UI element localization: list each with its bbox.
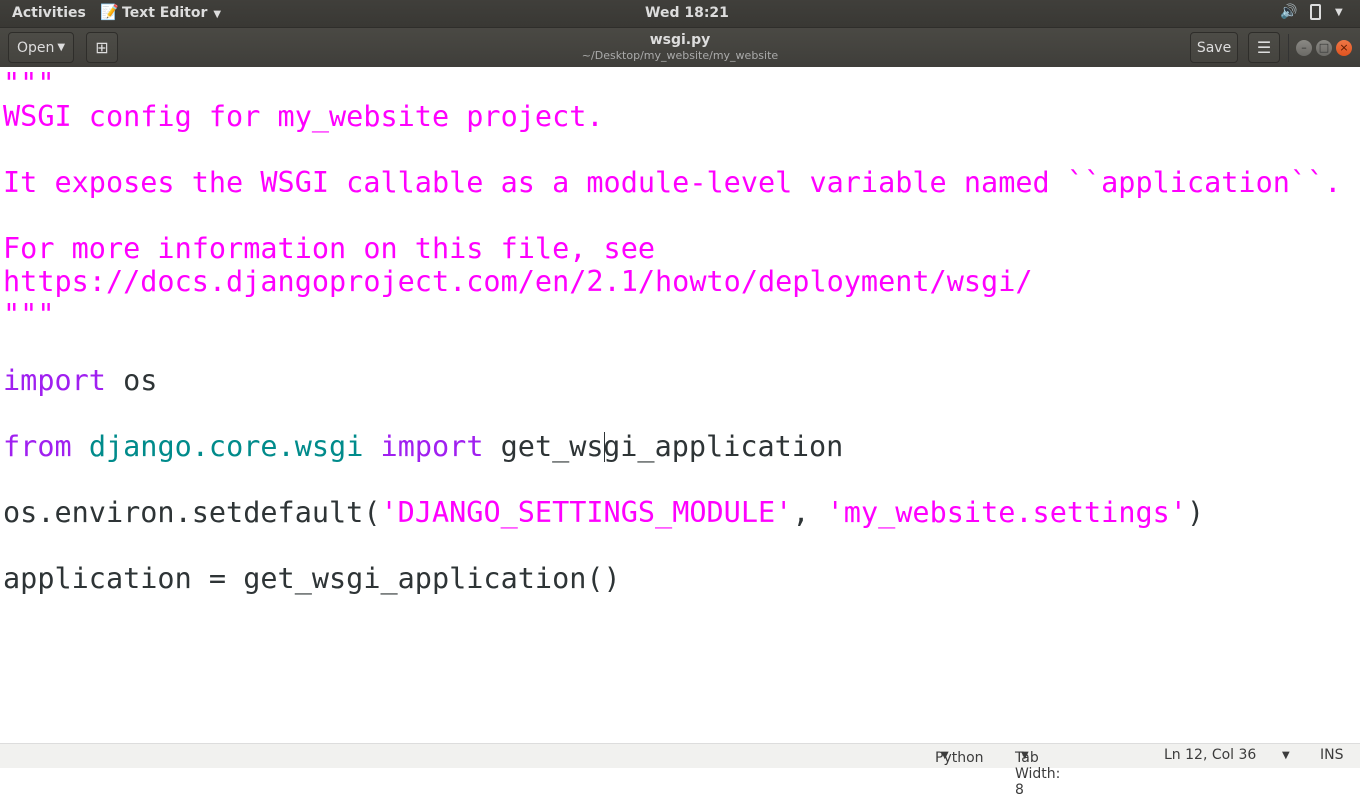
code-token-plain: os.environ.setdefault( <box>3 496 381 529</box>
code-line[interactable]: WSGI config for my_website project. <box>3 100 1360 133</box>
code-token-kw: from <box>3 430 72 463</box>
insert-mode[interactable]: INS <box>1320 747 1344 763</box>
code-token-plain: os <box>105 364 158 397</box>
battery-icon[interactable] <box>1310 4 1321 20</box>
code-line[interactable]: https://docs.djangoproject.com/en/2.1/ho… <box>3 265 1360 298</box>
code-token-str: WSGI config for my_website project. <box>3 100 604 133</box>
volume-icon[interactable]: 🔊 <box>1280 4 1297 20</box>
code-token-str: It exposes the WSGI callable as a module… <box>3 166 1342 199</box>
text-editor-icon: 📝 <box>100 3 119 21</box>
code-line[interactable]: application = get_wsgi_application() <box>3 562 1360 595</box>
file-path: ~/Desktop/my_website/my_website <box>581 49 779 62</box>
code-line[interactable]: import os <box>3 364 1360 397</box>
code-line[interactable]: os.environ.setdefault('DJANGO_SETTINGS_M… <box>3 496 1360 529</box>
header-bar: Open ▼ ⊞ wsgi.py ~/Desktop/my_website/my_… <box>0 27 1360 67</box>
window-title: wsgi.py <box>649 32 711 48</box>
code-line[interactable]: """ <box>3 298 1360 331</box>
status-bar: Python ▼ Tab Width: 8 ▼ Ln 12, Col 36 ▼ IN… <box>0 743 1360 798</box>
code-line[interactable] <box>3 331 1360 364</box>
code-line[interactable]: """ <box>3 67 1360 100</box>
chevron-down-icon: ▼ <box>213 9 222 20</box>
position-menu-chevron-icon[interactable]: ▼ <box>1282 750 1290 761</box>
code-token-kw: import <box>3 364 106 397</box>
hamburger-menu-icon: ☰ <box>1256 38 1272 57</box>
menu-button[interactable]: ☰ <box>1248 32 1280 63</box>
code-line[interactable]: For more information on this file, see <box>3 232 1360 265</box>
code-line[interactable] <box>3 529 1360 562</box>
code-line[interactable] <box>3 199 1360 232</box>
code-token-str: """ <box>3 298 55 331</box>
code-editor[interactable]: """ WSGI config for my_website project. It… <box>0 67 1360 743</box>
code-token-plain: application = get_wsgi_application() <box>3 562 621 595</box>
divider <box>1288 34 1289 62</box>
system-menu-chevron-icon[interactable]: ▼ <box>1335 7 1343 18</box>
chevron-down-icon: ▼ <box>1021 750 1029 761</box>
code-line[interactable]: from django.core.wsgi import get_wsgi_ap… <box>3 430 1360 463</box>
close-button[interactable]: × <box>1336 40 1352 56</box>
code-token-mod: django.core.wsgi <box>88 430 364 463</box>
code-token-plain: get_ws <box>483 430 604 463</box>
cursor-position: Ln 12, Col 36 <box>1164 747 1257 763</box>
activities-button[interactable]: Activities <box>12 5 86 21</box>
code-token-str: For more information on this file, see <box>3 232 656 265</box>
maximize-button[interactable]: □ <box>1316 40 1332 56</box>
code-token-kw: import <box>380 430 484 463</box>
app-name: Text Editor <box>122 5 208 21</box>
code-token-plain: , <box>792 496 827 529</box>
app-menu-button[interactable]: Text Editor ▼ <box>122 5 221 21</box>
code-line[interactable]: It exposes the WSGI callable as a module… <box>3 166 1360 199</box>
code-token-str: 'my_website.settings' <box>826 496 1187 529</box>
code-token-plain: gi_application <box>603 430 844 463</box>
code-line[interactable] <box>3 133 1360 166</box>
chevron-down-icon: ▼ <box>941 750 949 761</box>
code-token-str: 'DJANGO_SETTINGS_MODULE' <box>380 496 793 529</box>
code-token-plain: ) <box>1186 496 1205 529</box>
clock[interactable]: Wed 18:21 <box>645 5 729 21</box>
save-button[interactable]: Save <box>1190 32 1238 63</box>
code-token-str: https://docs.djangoproject.com/en/2.1/ho… <box>3 265 1033 298</box>
code-line[interactable] <box>3 463 1360 496</box>
minimize-button[interactable]: – <box>1296 40 1312 56</box>
code-token-str: """ <box>3 67 55 100</box>
code-line[interactable] <box>3 397 1360 430</box>
top-bar: Activities 📝 Text Editor ▼ Wed 18:21 🔊 ▼ <box>0 0 1360 27</box>
